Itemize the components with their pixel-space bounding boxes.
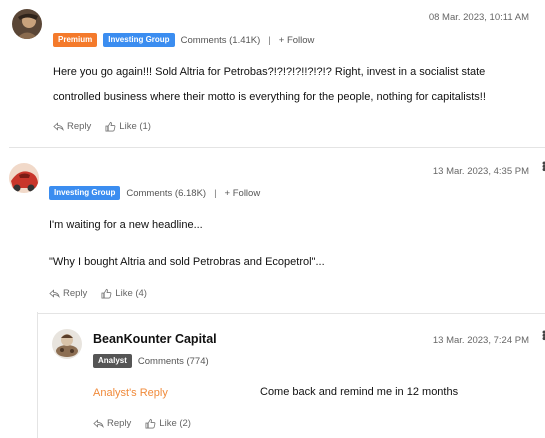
comment-text-line-2: "Why I bought Altria and sold Petrobras … — [49, 256, 325, 268]
like-label: Like (1) — [119, 121, 151, 132]
meta-separator: | — [214, 187, 217, 199]
thumbs-up-icon — [145, 418, 156, 429]
reply-button[interactable]: Reply — [53, 121, 91, 132]
comment-divider — [37, 313, 545, 314]
investing-group-badge[interactable]: Investing Group — [103, 33, 175, 47]
like-label: Like (2) — [159, 418, 191, 429]
thumbs-up-icon — [105, 121, 116, 132]
reply-thread-line — [37, 312, 38, 438]
reply-arrow-icon — [93, 419, 104, 428]
analyst-badge: Analyst — [93, 354, 132, 368]
reply-button[interactable]: Reply — [93, 418, 131, 429]
comments-count-link[interactable]: Comments (6.18K) — [126, 188, 206, 199]
comment-text-line-1: Here you go again!!! Sold Altria for Pet… — [53, 66, 486, 78]
comment-text-line-1: I'm waiting for a new headline... — [49, 219, 203, 231]
avatar-image — [52, 329, 82, 359]
premium-badge: Premium — [53, 33, 98, 47]
thumbs-up-icon — [101, 288, 112, 299]
like-button[interactable]: Like (4) — [101, 288, 147, 299]
meta-separator: | — [268, 34, 271, 46]
more-vertical-icon[interactable]: ••• — [537, 330, 545, 340]
reply-arrow-icon — [49, 289, 60, 298]
comment-divider — [9, 147, 545, 148]
more-vertical-icon[interactable]: ••• — [537, 161, 545, 171]
reply-label: Reply — [107, 418, 132, 429]
reply-label: Reply — [67, 121, 92, 132]
follow-button[interactable]: + Follow — [225, 188, 261, 199]
reply-arrow-icon — [53, 122, 64, 131]
author-name[interactable]: BeanKounter Capital — [93, 332, 217, 346]
like-button[interactable]: Like (2) — [145, 418, 191, 429]
analyst-reply-label: Analyst's Reply — [93, 387, 168, 399]
comment-timestamp: 13 Mar. 2023, 4:35 PM — [432, 166, 529, 177]
user-avatar[interactable] — [12, 9, 42, 39]
investing-group-badge[interactable]: Investing Group — [49, 186, 121, 200]
avatar-image — [12, 9, 42, 39]
comment-timestamp: 08 Mar. 2023, 10:11 AM — [428, 12, 529, 23]
analyst-avatar[interactable] — [52, 329, 82, 359]
comment-timestamp: 13 Mar. 2023, 7:24 PM — [432, 335, 529, 346]
reply-button[interactable]: Reply — [49, 288, 87, 299]
like-button[interactable]: Like (1) — [105, 121, 151, 132]
comments-count-link[interactable]: Comments (774) — [138, 356, 209, 367]
follow-button[interactable]: + Follow — [279, 35, 315, 46]
like-label: Like (4) — [115, 288, 147, 299]
reply-text: Come back and remind me in 12 months — [260, 386, 459, 398]
reply-label: Reply — [63, 288, 88, 299]
avatar-image — [9, 163, 39, 193]
comment-text-line-2: controlled business where their motto is… — [53, 91, 486, 103]
comments-count-link[interactable]: Comments (1.41K) — [181, 35, 261, 46]
user-avatar[interactable] — [9, 163, 39, 193]
